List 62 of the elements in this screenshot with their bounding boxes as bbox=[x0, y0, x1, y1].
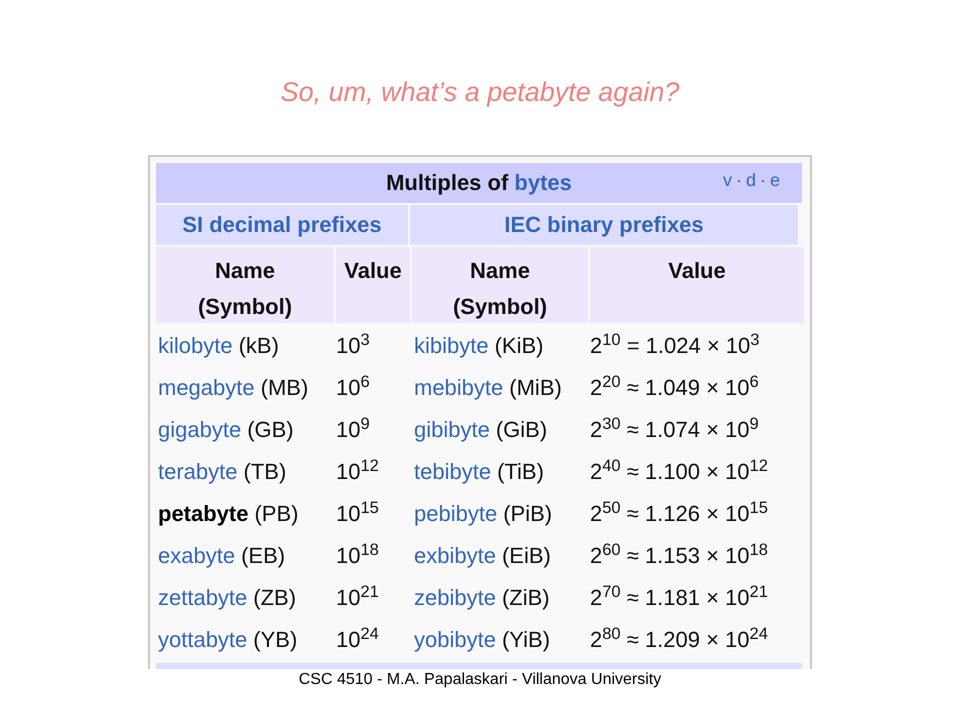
unit-symbol: (EB) bbox=[241, 542, 286, 570]
value-cell-text: 2$^{80}$ ≈ 1.209 × 10$^{24}$ bbox=[590, 624, 769, 654]
value-cell-text: 10$^{18}$ bbox=[336, 540, 380, 570]
unit-symbol: (YiB) bbox=[502, 626, 550, 654]
unit-symbol: (YB) bbox=[253, 626, 298, 654]
column-header: Name (Symbol) bbox=[412, 246, 588, 322]
unit-symbol: (GB) bbox=[247, 416, 294, 444]
term-link[interactable]: zebibyte bbox=[414, 581, 496, 614]
value-cell-text: 10$^{24}$ bbox=[336, 624, 380, 654]
current-page-name: petabyte bbox=[158, 500, 248, 528]
unit-symbol: (PiB) bbox=[503, 500, 552, 528]
nav-link[interactable]: v bbox=[722, 166, 732, 194]
term-link[interactable]: exbibyte bbox=[414, 539, 496, 572]
term-link[interactable]: yobibyte bbox=[414, 623, 496, 656]
group-header: SI decimal prefixes bbox=[156, 204, 408, 244]
term-link[interactable]: gigabyte bbox=[158, 413, 242, 446]
column-header: Name (Symbol) bbox=[156, 246, 334, 322]
value-cell-text: 2$^{50}$ ≈ 1.126 × 10$^{15}$ bbox=[590, 498, 769, 528]
value-cell-text: 2$^{60}$ ≈ 1.153 × 10$^{18}$ bbox=[590, 540, 769, 570]
unit-symbol: (KiB) bbox=[494, 332, 544, 360]
term-link[interactable]: kibibyte bbox=[414, 329, 489, 362]
value-cell-text: 10$^{15}$ bbox=[336, 498, 380, 528]
unit-symbol: (MiB) bbox=[509, 374, 562, 402]
term-link[interactable]: yottabyte bbox=[158, 623, 248, 656]
nav-separator: · bbox=[760, 168, 766, 192]
unit-symbol: (EiB) bbox=[502, 542, 551, 570]
unit-symbol: (PB) bbox=[254, 500, 298, 528]
slide-footer: CSC 4510 - M.A. Papalaskari - Villanova University bbox=[298, 668, 662, 692]
unit-symbol: (kB) bbox=[238, 332, 279, 360]
term-link[interactable]: zettabyte bbox=[158, 581, 248, 614]
unit-symbol: (TB) bbox=[244, 458, 286, 486]
value-cell-text: 2$^{70}$ ≈ 1.181 × 10$^{21}$ bbox=[590, 582, 769, 612]
term-link[interactable]: kilobyte bbox=[158, 329, 233, 362]
group-header: IEC binary prefixes bbox=[410, 204, 798, 244]
unit-symbol: (MB) bbox=[260, 374, 308, 402]
term-link[interactable]: tebibyte bbox=[414, 455, 492, 488]
nav-link[interactable]: d bbox=[746, 166, 756, 194]
unit-symbol: (ZiB) bbox=[502, 584, 550, 612]
unit-symbol: (ZB) bbox=[253, 584, 296, 612]
value-cell-text: 2$^{40}$ ≈ 1.100 × 10$^{12}$ bbox=[590, 456, 769, 486]
value-cell-text: 10$^{21}$ bbox=[336, 582, 380, 612]
value-cell-text: 2$^{30}$ ≈ 1.074 × 10$^{9}$ bbox=[590, 414, 760, 444]
column-header: Value bbox=[590, 246, 804, 322]
value-cell-text: 10$^{9}$ bbox=[336, 414, 371, 444]
value-cell-text: 2$^{20}$ ≈ 1.049 × 10$^{6}$ bbox=[590, 372, 760, 402]
table-title: Multiples of bytes bbox=[386, 169, 572, 197]
term-link[interactable]: megabyte bbox=[158, 371, 255, 404]
unit-symbol: (TiB) bbox=[497, 458, 544, 486]
value-cell-text: 2$^{10}$ = 1.024 × 10$^{3}$ bbox=[590, 330, 760, 360]
term-link[interactable]: gibibyte bbox=[414, 413, 490, 446]
nav-separator: · bbox=[736, 168, 742, 192]
term-link[interactable]: terabyte bbox=[158, 455, 238, 488]
term-link[interactable]: mebibyte bbox=[414, 371, 504, 404]
unit-symbol: (GiB) bbox=[496, 416, 548, 444]
value-cell-text: 10$^{12}$ bbox=[336, 456, 380, 486]
value-cell-text: 10$^{3}$ bbox=[336, 330, 371, 360]
column-header: Value bbox=[336, 246, 410, 322]
term-link[interactable]: pebibyte bbox=[414, 497, 498, 530]
slide-title: So, um, what’s a petabyte again? bbox=[280, 76, 680, 109]
value-cell-text: 10$^{6}$ bbox=[336, 372, 371, 402]
nav-link[interactable]: e bbox=[770, 166, 780, 194]
term-link[interactable]: exabyte bbox=[158, 539, 236, 572]
